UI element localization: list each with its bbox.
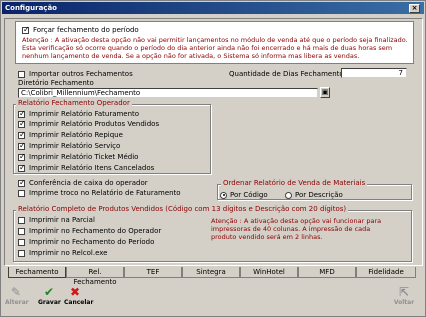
tab-bar: Fechamento Rel. Fechamento TEF Sintegra … <box>4 267 423 286</box>
note-line: Atenção : A ativação desta opção vai fun… <box>211 217 382 225</box>
pencil-icon: ✎ <box>10 285 22 299</box>
tab-fechamento[interactable]: Fechamento <box>8 267 66 278</box>
alterar-label: Alterar <box>5 299 29 306</box>
checkbox-label: Imprimir Relatório Ticket Médio <box>29 153 139 161</box>
checkbox-box[interactable] <box>18 238 25 246</box>
checkbox-label: Imprime troco no Relatório de Faturament… <box>29 189 181 197</box>
voltar-label: Voltar <box>393 299 415 306</box>
rel-repique-checkbox[interactable]: Imprimir Relatório Repique <box>18 130 123 139</box>
diretorio-input[interactable]: C:\Colibri_Millennium\Fechamento <box>18 88 318 98</box>
imprimir-fechamento-operador-checkbox[interactable]: Imprimir no Fechamento do Operador <box>18 227 161 235</box>
browse-folder-icon[interactable]: ▣ <box>320 87 330 98</box>
checkbox-label: Imprimir Relatório Itens Cancelados <box>29 164 155 172</box>
importar-fechamentos-checkbox[interactable]: Importar outros Fechamentos <box>18 70 133 78</box>
warning-line: nenhum lançamento de venda. Se a opção n… <box>22 52 360 60</box>
rel-completo-note: Atenção : A ativação desta opção vai fun… <box>211 217 401 241</box>
checkbox-label: Imprimir no Fechamento do Operador <box>29 227 162 235</box>
por-codigo-radio[interactable]: Por Código <box>220 191 268 199</box>
checkbox-label: Imprimir Relatório Faturamento <box>29 110 140 118</box>
forcar-fechamento-box: Forçar fechamento do período Atenção : A… <box>15 21 414 64</box>
checkbox-box[interactable] <box>18 163 26 172</box>
checkbox-box[interactable] <box>18 119 26 128</box>
radio-label: Por Código <box>230 191 268 199</box>
tab-rel-fechamento[interactable]: Rel. Fechamento <box>66 267 124 286</box>
checkbox-label: Imprimir no Fechamento do Período <box>29 238 155 246</box>
imprimir-relcol-checkbox[interactable]: Imprimir no Relcol.exe <box>18 249 107 257</box>
checkmark-icon: ✔ <box>43 285 55 299</box>
checkbox-box[interactable] <box>18 70 25 78</box>
ordenar-title: Ordenar Relatório de Venda de Materiais <box>221 179 368 187</box>
checkbox-label: Imprimir Relatório Serviço <box>29 142 121 150</box>
warning-line: Esta verificação só ocorre quando o perí… <box>22 44 393 52</box>
window-title: Configuração <box>5 4 57 12</box>
rel-faturamento-checkbox[interactable]: Imprimir Relatório Faturamento <box>18 109 140 118</box>
checkbox-box[interactable] <box>18 141 26 150</box>
tab-sintegra[interactable]: Sintegra <box>182 267 240 278</box>
checkbox-box[interactable] <box>18 178 26 187</box>
diretorio-label: Diretório Fechamento <box>18 79 94 87</box>
forcar-fechamento-checkbox[interactable]: Forçar fechamento do período <box>22 25 139 34</box>
por-descricao-radio[interactable]: Por Descrição <box>285 191 343 199</box>
warning-line: Atenção : A ativação desta opção não vai… <box>22 36 408 44</box>
checkbox-box[interactable] <box>18 109 26 118</box>
cancelar-label: Cancelar <box>64 299 94 306</box>
tab-mfd[interactable]: MFD <box>298 267 356 278</box>
checkbox-box[interactable] <box>18 227 25 235</box>
checkbox-box[interactable] <box>18 216 25 224</box>
gravar-label: Gravar <box>38 299 61 306</box>
checkbox-label: Imprimir no Relcol.exe <box>29 249 108 257</box>
rel-operador-title: Relatório Fechamento Operador <box>16 99 132 107</box>
title-bar: Configuração × <box>2 2 424 14</box>
tab-tef[interactable]: TEF <box>124 267 182 278</box>
rel-servico-checkbox[interactable]: Imprimir Relatório Serviço <box>18 141 121 150</box>
tab-winhotel[interactable]: WinHotel <box>240 267 298 278</box>
rel-itens-cancelados-checkbox[interactable]: Imprimir Relatório Itens Cancelados <box>18 163 155 172</box>
imprimir-fechamento-periodo-checkbox[interactable]: Imprimir no Fechamento do Período <box>18 238 154 246</box>
cancelar-button[interactable]: ✖ Cancelar <box>64 285 94 306</box>
forcar-fechamento-label: Forçar fechamento do período <box>33 26 139 34</box>
door-exit-icon: ⇱ <box>398 285 410 299</box>
voltar-button[interactable]: ⇱ Voltar <box>393 285 415 306</box>
checkbox-label: Imprimir na Parcial <box>29 216 95 224</box>
imprimir-parcial-checkbox[interactable]: Imprimir na Parcial <box>18 216 95 224</box>
checkbox-box[interactable] <box>18 189 25 197</box>
imprime-troco-checkbox[interactable]: Imprime troco no Relatório de Faturament… <box>18 189 181 197</box>
checkbox-box[interactable] <box>18 130 26 139</box>
configuracao-window: Configuração × Forçar fechamento do perí… <box>0 0 426 317</box>
forcar-warning-text: Atenção : A ativação desta opção não vai… <box>22 36 412 60</box>
gravar-button[interactable]: ✔ Gravar <box>38 285 61 306</box>
radio-label: Por Descrição <box>295 191 343 199</box>
note-line: produto vendido será em 2 linhas. <box>211 233 323 241</box>
importar-label: Importar outros Fechamentos <box>29 70 133 78</box>
cancel-x-icon: ✖ <box>69 285 81 299</box>
conferencia-caixa-checkbox[interactable]: Conferência de caixa do operador <box>18 178 148 187</box>
rel-ticket-medio-checkbox[interactable]: Imprimir Relatório Ticket Médio <box>18 152 139 161</box>
tab-fidelidade[interactable]: Fidelidade <box>356 267 416 278</box>
checkbox-label: Imprimir Relatório Repique <box>29 131 123 139</box>
alterar-button[interactable]: ✎ Alterar <box>5 285 29 306</box>
checkbox-label: Imprimir Relatório Produtos Vendidos <box>29 120 160 128</box>
dias-fechamento-input[interactable]: 7 <box>341 68 407 78</box>
checkbox-box[interactable] <box>18 249 25 257</box>
checkbox-label: Conferência de caixa do operador <box>29 179 148 187</box>
note-line: impressoras de 40 colunas. A impressão d… <box>211 225 371 233</box>
checkbox-box[interactable] <box>22 25 30 34</box>
rel-completo-title: Relatório Completo de Produtos Vendidos … <box>16 205 349 213</box>
radio-dot[interactable] <box>285 191 292 199</box>
dias-fechamento-label: Quantidade de Dias Fechamento <box>229 70 344 78</box>
radio-dot[interactable] <box>220 191 227 199</box>
close-button[interactable]: × <box>409 4 420 13</box>
checkbox-box[interactable] <box>18 152 26 161</box>
rel-produtos-vendidos-checkbox[interactable]: Imprimir Relatório Produtos Vendidos <box>18 119 160 128</box>
